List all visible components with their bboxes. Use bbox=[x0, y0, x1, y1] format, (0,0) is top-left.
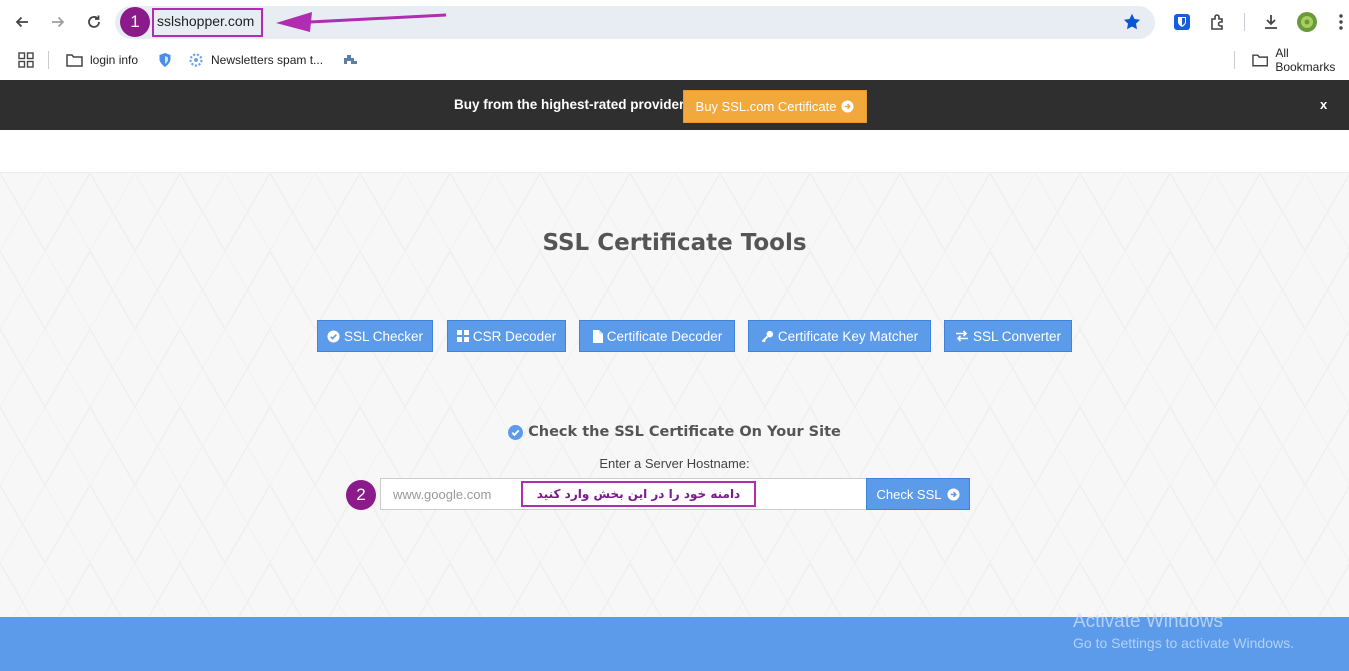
browser-menu-button[interactable] bbox=[1330, 11, 1349, 33]
back-button[interactable] bbox=[10, 10, 34, 34]
check-circle-icon bbox=[327, 329, 340, 343]
tool-label: SSL Converter bbox=[972, 328, 1062, 344]
file-icon bbox=[592, 329, 603, 343]
forward-button[interactable] bbox=[46, 10, 70, 34]
reload-button[interactable] bbox=[82, 10, 106, 34]
bookmark-label: login info bbox=[90, 53, 139, 67]
bookmark-label: Newsletters spam t... bbox=[211, 53, 324, 67]
extensions-button[interactable] bbox=[1207, 11, 1229, 33]
bookmarks-divider bbox=[1234, 51, 1235, 69]
check-ssl-button[interactable]: Check SSL bbox=[866, 478, 970, 510]
all-bookmarks-label: All Bookmarks bbox=[1275, 46, 1336, 74]
tool-label: CSR Decoder bbox=[472, 328, 557, 344]
ssl-checker-button[interactable]: SSL Checker bbox=[317, 320, 433, 352]
annotation-note: دامنه خود را در این بخش وارد کنید bbox=[521, 481, 756, 507]
tool-label: SSL Checker bbox=[343, 328, 424, 344]
bookmark-newsletters[interactable]: Newsletters spam t... bbox=[188, 51, 323, 69]
step-badge-1: 1 bbox=[120, 7, 150, 37]
gear-icon bbox=[189, 53, 203, 67]
step-badge-2: 2 bbox=[346, 480, 376, 510]
tool-label: Certificate Decoder bbox=[606, 328, 723, 344]
annotation-arrow-icon bbox=[276, 12, 447, 32]
downloads-button[interactable] bbox=[1260, 11, 1282, 33]
check-ssl-label: Check SSL bbox=[876, 486, 942, 502]
watermark-line-2: Go to Settings to activate Windows. bbox=[1073, 635, 1294, 651]
bookmark-star-icon[interactable] bbox=[1122, 12, 1142, 32]
toolbar-divider bbox=[1244, 13, 1245, 31]
arrow-circle-right-icon bbox=[841, 100, 854, 113]
key-icon bbox=[761, 330, 773, 342]
site-header-area bbox=[0, 130, 1349, 173]
apps-grid-icon bbox=[18, 52, 34, 68]
banner-close-button[interactable]: x bbox=[1320, 97, 1327, 112]
buy-certificate-button[interactable]: Buy SSL.com Certificate bbox=[683, 90, 867, 123]
check-heading: Check the SSL Certificate On Your Site bbox=[0, 424, 1349, 440]
folder-icon bbox=[1252, 54, 1269, 67]
ssl-converter-button[interactable]: SSL Converter bbox=[944, 320, 1072, 352]
buy-certificate-label: Buy SSL.com Certificate bbox=[695, 99, 837, 114]
puzzle-icon bbox=[1211, 14, 1223, 30]
certificate-decoder-button[interactable]: Certificate Decoder bbox=[579, 320, 735, 352]
csr-decoder-button[interactable]: CSR Decoder bbox=[447, 320, 566, 352]
avatar-icon bbox=[1297, 12, 1317, 32]
arrow-right-icon bbox=[52, 16, 65, 28]
url-highlight-box bbox=[152, 8, 263, 37]
watermark-line-1: Activate Windows bbox=[1073, 611, 1223, 632]
bitwarden-extension[interactable] bbox=[1171, 11, 1193, 33]
bookmark-shield[interactable] bbox=[158, 51, 179, 69]
arrow-left-icon bbox=[15, 16, 28, 28]
profile-avatar[interactable] bbox=[1296, 11, 1318, 33]
folder-icon bbox=[66, 54, 83, 67]
grid-icon bbox=[456, 330, 469, 342]
check-circle-icon bbox=[508, 424, 524, 440]
certificate-key-matcher-button[interactable]: Certificate Key Matcher bbox=[748, 320, 931, 352]
tool-label: Certificate Key Matcher bbox=[777, 328, 919, 344]
exchange-icon bbox=[955, 330, 968, 342]
windows-activation-watermark: Activate Windows Go to Settings to activ… bbox=[1073, 611, 1294, 651]
more-vert-icon bbox=[1339, 14, 1343, 30]
bookmarks-divider bbox=[48, 51, 49, 69]
bitwarden-icon bbox=[1174, 14, 1190, 30]
banner-text: Buy from the highest-rated provider bbox=[454, 97, 685, 112]
check-heading-text: Check the SSL Certificate On Your Site bbox=[528, 424, 841, 440]
puzzle-icon bbox=[344, 55, 357, 64]
reload-icon bbox=[88, 15, 100, 28]
shield-icon bbox=[159, 53, 171, 67]
bookmark-puzzle[interactable] bbox=[342, 51, 365, 69]
page-title: SSL Certificate Tools bbox=[542, 230, 807, 256]
hostname-label: Enter a Server Hostname: bbox=[599, 456, 750, 471]
download-icon bbox=[1265, 15, 1277, 29]
all-bookmarks[interactable]: All Bookmarks bbox=[1252, 46, 1349, 74]
bookmark-login-info[interactable]: login info bbox=[66, 51, 138, 69]
apps-button[interactable] bbox=[18, 51, 41, 69]
arrow-circle-right-icon bbox=[946, 487, 960, 501]
